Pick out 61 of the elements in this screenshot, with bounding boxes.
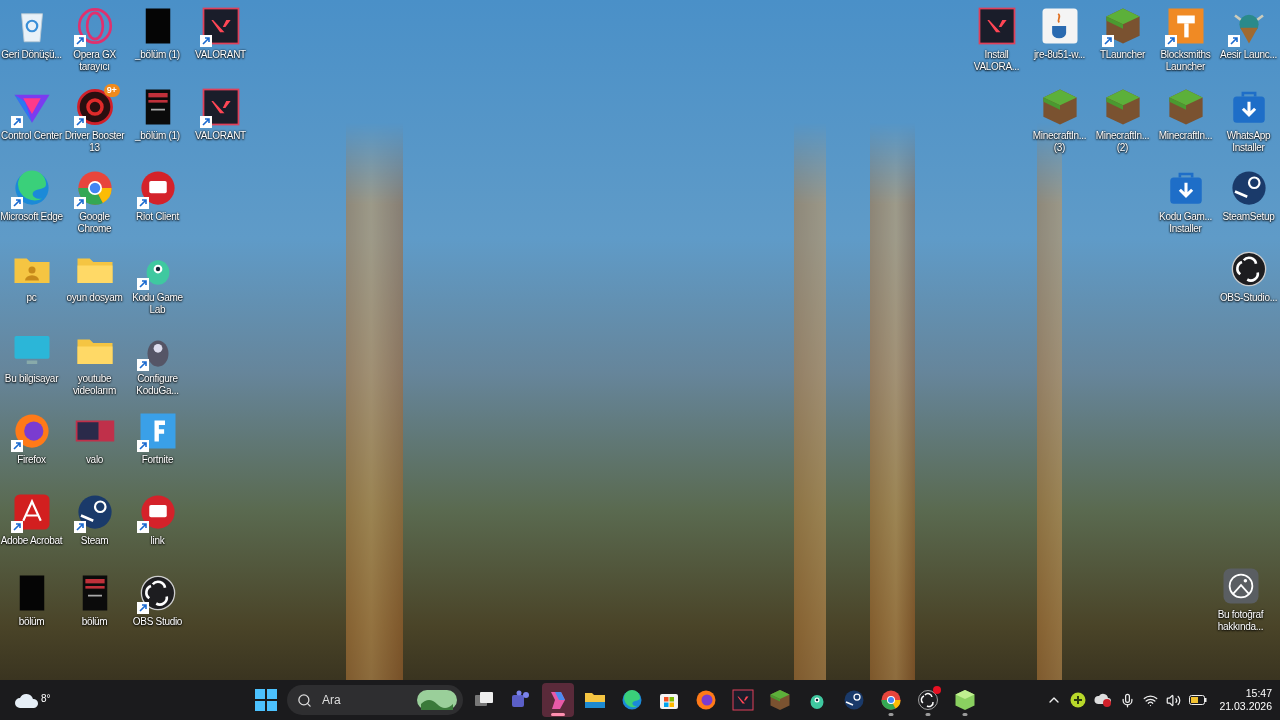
- search-bar[interactable]: Ara: [287, 685, 463, 715]
- desktop-shortcut[interactable]: Fortnite: [126, 408, 189, 489]
- cloud-error-icon[interactable]: [1094, 692, 1113, 708]
- desktop-shortcut[interactable]: Blocksmiths Launcher: [1154, 3, 1217, 84]
- desktop-shortcut[interactable]: MinecraftIn... (3): [1028, 84, 1091, 165]
- desktop-shortcut[interactable]: jre-8u51-w...: [1028, 3, 1091, 84]
- desktop-shortcut[interactable]: 9+ Driver Booster 13: [63, 84, 126, 165]
- desktop-shortcut[interactable]: TLauncher: [1091, 3, 1154, 84]
- desktop-shortcut[interactable]: OBS Studio: [126, 570, 189, 651]
- microphone-icon[interactable]: [1120, 692, 1136, 708]
- desktop-shortcut[interactable]: Kodu Gam... Installer: [1154, 165, 1217, 246]
- wifi-icon[interactable]: [1143, 692, 1159, 708]
- desktop-shortcut[interactable]: _bölüm (1): [126, 3, 189, 84]
- desktop-shortcut[interactable]: Bu bilgisayar: [0, 327, 63, 408]
- steam-icon: [842, 688, 866, 712]
- desktop-shortcut[interactable]: VALORANT: [189, 3, 252, 84]
- desktop-shortcut[interactable]: _bölüm (1): [126, 84, 189, 165]
- desktop-shortcut[interactable]: Opera GX tarayıcı: [63, 3, 126, 84]
- desktop-shortcut[interactable]: OBS-Studio...: [1217, 246, 1280, 327]
- desktop-shortcut[interactable]: Kodu Game Lab: [126, 246, 189, 327]
- windows-logo-icon: [255, 689, 277, 711]
- desktop-shortcut[interactable]: link: [126, 489, 189, 570]
- firefox-icon: [694, 688, 718, 712]
- desktop-shortcut[interactable]: Steam: [63, 489, 126, 570]
- desktop-shortcut[interactable]: Riot Client: [126, 165, 189, 246]
- battery-icon[interactable]: [1189, 695, 1208, 705]
- edge-icon: [620, 688, 644, 712]
- desktop-shortcut[interactable]: pc: [0, 246, 63, 327]
- desktop-shortcut[interactable]: Google Chrome: [63, 165, 126, 246]
- grass-block-icon: [768, 688, 792, 712]
- plus-badge-icon[interactable]: [1070, 692, 1087, 708]
- chrome-icon: [879, 688, 903, 712]
- search-field[interactable]: Ara: [320, 692, 409, 708]
- desktop-shortcut[interactable]: MinecraftIn...: [1154, 84, 1217, 165]
- obs-icon: [916, 688, 940, 712]
- v-logo-icon: [731, 688, 755, 712]
- desktop-shortcut[interactable]: MinecraftIn... (2): [1091, 84, 1154, 165]
- desktop-shortcut[interactable]: Firefox: [0, 408, 63, 489]
- desktop-shortcut[interactable]: Install VALORA...: [965, 3, 1028, 84]
- desktop-shortcut[interactable]: SteamSetup: [1217, 165, 1280, 246]
- landscape-illustration-icon: [417, 690, 457, 710]
- desktop-shortcut[interactable]: bölüm: [63, 570, 126, 651]
- desktop-shortcut[interactable]: youtube videolarım: [63, 327, 126, 408]
- temperature-text: 8°: [41, 693, 51, 704]
- desktop-shortcut[interactable]: valo: [63, 408, 126, 489]
- desktop-shortcut[interactable]: Adobe Acrobat: [0, 489, 63, 570]
- desktop-shortcut[interactable]: Control Center: [0, 84, 63, 165]
- desktop-shortcut[interactable]: Aesir Launc...: [1217, 3, 1280, 84]
- desktop-shortcut[interactable]: Microsoft Edge: [0, 165, 63, 246]
- search-icon: [297, 692, 312, 708]
- desktop-shortcut[interactable]: Geri Dönüşü...: [0, 3, 63, 84]
- desktop-shortcut[interactable]: Configure KoduGa...: [126, 327, 189, 408]
- desktop-shortcut[interactable]: bölüm: [0, 570, 63, 651]
- desktop-shortcut[interactable]: VALORANT: [189, 84, 252, 165]
- desktop-shortcut[interactable]: oyun dosyam: [63, 246, 126, 327]
- desktop-shortcut[interactable]: WhatsApp Installer: [1217, 84, 1280, 165]
- desktop-shortcut[interactable]: Bu fotoğraf hakkında...: [1209, 563, 1272, 644]
- volume-icon[interactable]: [1166, 692, 1182, 708]
- clock[interactable]: 15:47 21.03.2026: [1219, 687, 1272, 713]
- notification-badge: 9+: [103, 84, 120, 97]
- grass-block-icon: [953, 688, 977, 712]
